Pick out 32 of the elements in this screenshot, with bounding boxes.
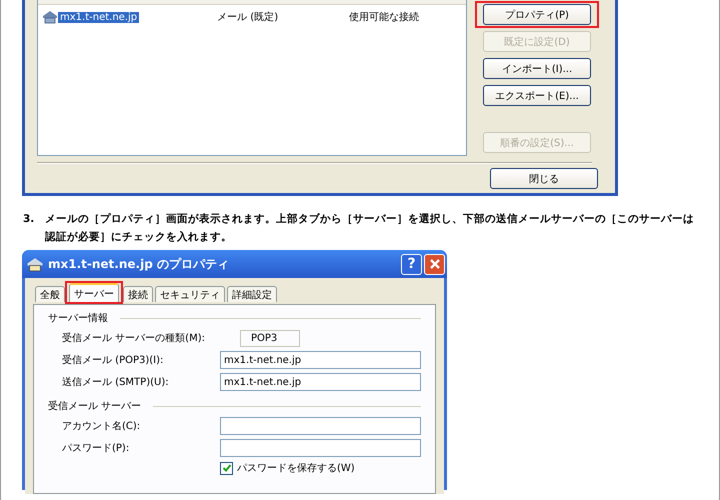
dialog-button[interactable]: エクスポート(E)... [483, 85, 591, 106]
instruction-text: メールの［プロパティ］画面が表示されます。上部タブから［サーバー］を選択し、下部の送信メールサーバーの［このサーバーは認証が必要］にチェックを入れます。 [45, 212, 695, 245]
close-icon [428, 258, 440, 270]
tab[interactable]: 全般 [35, 286, 65, 302]
section-title: サーバー情報 [48, 312, 108, 325]
window-title: mx1.t-net.ne.jp のプロパティ [48, 256, 230, 272]
dialog-button[interactable]: プロパティ(P) [483, 4, 591, 25]
checkbox[interactable] [220, 462, 233, 474]
section-title: 受信メール サーバー [48, 400, 142, 413]
field-label: アカウント名(C): [62, 420, 142, 433]
input-field[interactable] [220, 439, 421, 457]
account-type: メール (既定) [217, 10, 280, 24]
account-name[interactable]: mx1.t-net.ne.jp [58, 12, 140, 22]
field-label: 受信メール (POP3)(I): [62, 354, 164, 367]
input-field[interactable] [220, 417, 421, 435]
close-button[interactable] [424, 254, 445, 274]
account-connection: 使用可能な接続 [349, 10, 420, 24]
tab[interactable]: セキュリティ [155, 286, 225, 302]
checkbox-label: パスワードを保存する(W) [237, 462, 355, 475]
dialog-button[interactable]: インポート(I)... [483, 58, 591, 79]
help-button[interactable]: ? [401, 254, 422, 274]
close-button[interactable]: 閉じる [490, 168, 598, 189]
tab[interactable]: 接続 [123, 286, 153, 302]
field-label: 受信メール サーバーの種類(M): [62, 332, 206, 345]
field-label: 送信メール (SMTP)(U): [62, 376, 170, 389]
step-number: 3. [23, 212, 36, 227]
tab[interactable]: サーバー [69, 283, 119, 302]
field-label: パスワード(P): [62, 442, 130, 455]
server-type-field: POP3 [240, 330, 300, 346]
input-field[interactable]: mx1.t-net.ne.jp [220, 351, 421, 369]
tab[interactable]: 詳細設定 [227, 286, 277, 302]
input-field[interactable]: mx1.t-net.ne.jp [220, 373, 421, 391]
